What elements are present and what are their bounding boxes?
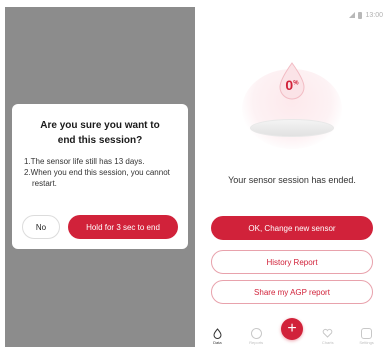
signal-icon	[349, 12, 356, 18]
session-ended-screen: 13:00 0% Your sensor session has ended. …	[198, 7, 386, 347]
share-agp-report-button[interactable]: Share my AGP report	[211, 280, 373, 304]
drop-tab-icon	[213, 328, 222, 339]
add-button[interactable]: +	[281, 318, 303, 340]
battery-icon	[358, 11, 363, 19]
dialog-body: 1.The sensor life still has 13 days. 2.W…	[24, 156, 176, 189]
dialog-buttons: No Hold for 3 sec to end	[22, 215, 178, 239]
tab-charts[interactable]: Charts	[314, 328, 342, 345]
dialog-line-2: 2.When you end this session, you cannot	[24, 168, 170, 177]
chat-icon	[250, 328, 262, 339]
tab-label: Charts	[321, 340, 334, 345]
heart-icon	[322, 328, 333, 338]
status-time: 13:00	[365, 11, 383, 19]
tab-label: Reports	[249, 340, 264, 345]
history-report-button[interactable]: History Report	[211, 250, 373, 274]
dialog-title: Are you sure you want to end this sessio…	[40, 120, 160, 146]
no-button[interactable]: No	[22, 215, 60, 239]
session-ended-message: Your sensor session has ended.	[228, 175, 356, 185]
hold-to-end-button[interactable]: Hold for 3 sec to end	[68, 215, 178, 239]
plus-icon: +	[287, 320, 297, 337]
tab-reports[interactable]: Reports	[242, 328, 270, 345]
end-session-screen: Are you sure you want to end this sessio…	[5, 7, 195, 347]
tab-label: Settings	[359, 340, 374, 345]
end-session-dialog: Are you sure you want to end this sessio…	[12, 104, 188, 249]
tab-label: Data	[213, 340, 222, 345]
tab-data[interactable]: Data	[203, 328, 231, 345]
change-sensor-button[interactable]: OK, Change new sensor	[211, 216, 373, 240]
app-screens: Are you sure you want to end this sessio…	[0, 0, 386, 347]
sensor-percent: 0%	[276, 77, 308, 93]
sensor-illustration: 0%	[198, 47, 386, 162]
tab-settings[interactable]: Settings	[353, 328, 381, 345]
dialog-line-1: 1.The sensor life still has 13 days.	[24, 157, 145, 166]
dialog-line-2-cont: restart.	[32, 179, 57, 188]
pedestal-icon	[250, 119, 334, 137]
status-bar: 13:00	[349, 10, 383, 20]
sensor-unit: %	[293, 80, 299, 87]
message-icon	[361, 328, 373, 339]
